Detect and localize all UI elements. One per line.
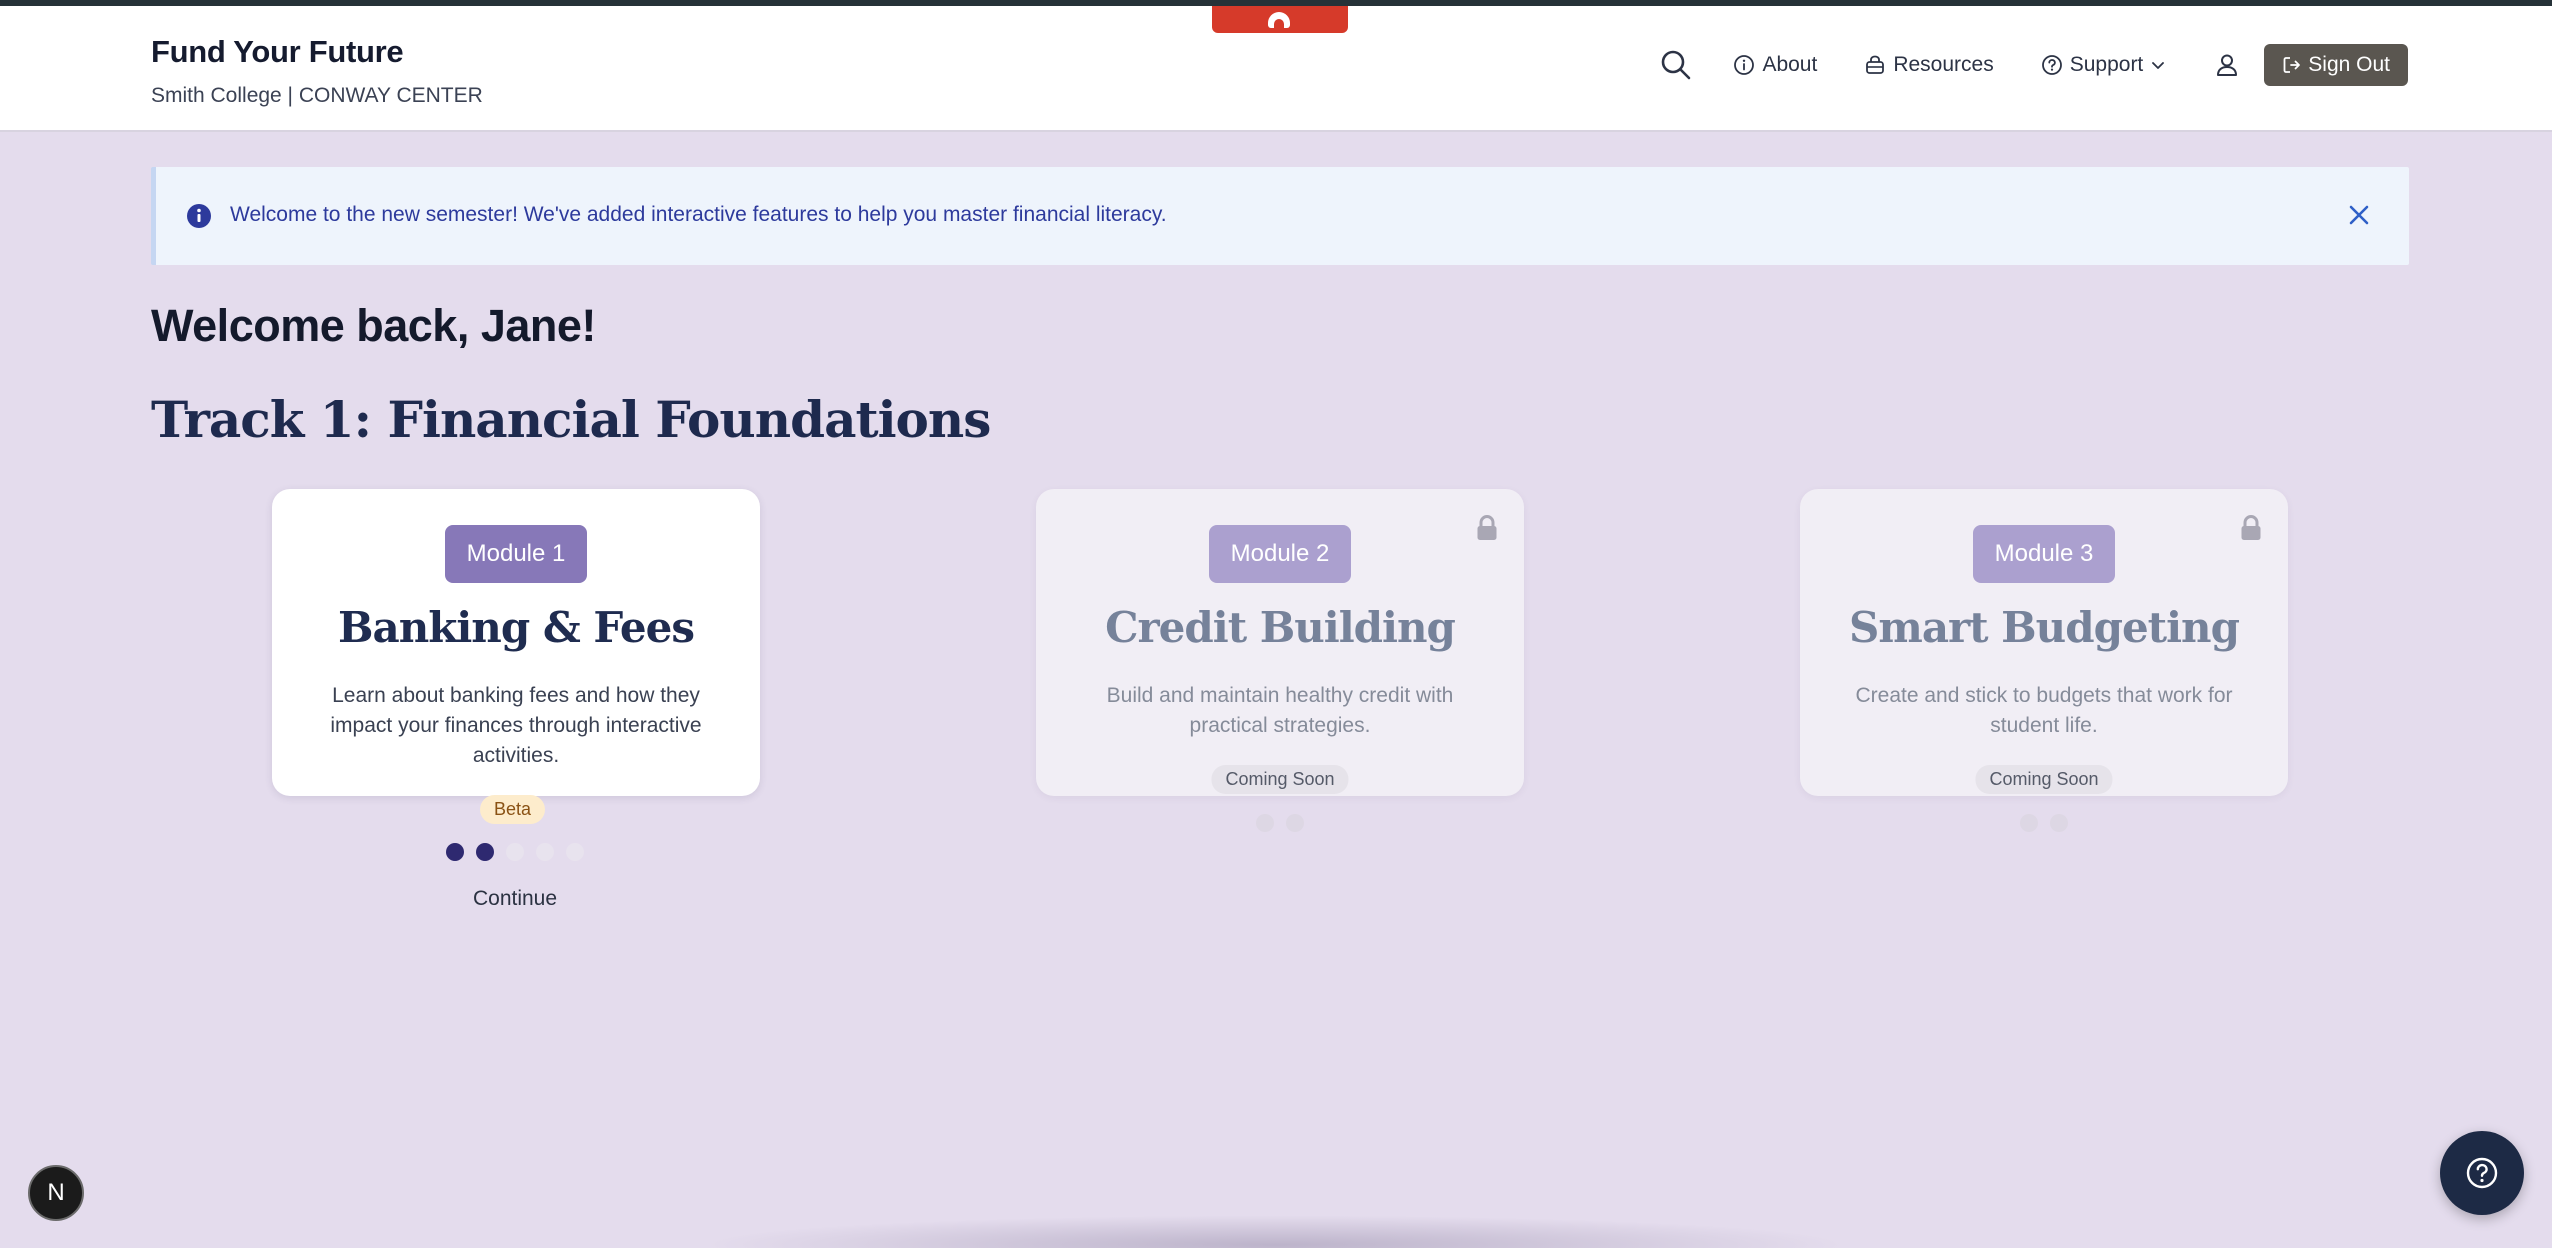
progress-dot	[446, 843, 464, 861]
sign-out-label: Sign Out	[2308, 53, 2390, 76]
bottom-shadow	[700, 1215, 1850, 1248]
question-icon	[2466, 1157, 2498, 1189]
continue-link[interactable]: Continue	[468, 887, 562, 911]
module-badge: Module 2	[1209, 525, 1351, 583]
module-description: Learn about banking fees and how they im…	[330, 684, 702, 767]
progress-dot	[2050, 814, 2068, 832]
logout-icon	[2283, 57, 2301, 73]
module-card-2: Module 2 Credit Building Build and maint…	[1036, 489, 1524, 796]
user-profile-button[interactable]	[2214, 52, 2240, 78]
nav-resources[interactable]: Resources	[1864, 53, 1994, 77]
site-header: Fund Your Future Smith College | CONWAY …	[0, 6, 2552, 132]
module-progress-dots	[1256, 814, 1316, 832]
lock-icon	[1477, 515, 1497, 540]
module-card-1[interactable]: Module 1 Banking & Fees Learn about bank…	[272, 489, 760, 796]
module-description: Create and stick to budgets that work fo…	[1855, 684, 2233, 737]
search-button[interactable]	[1659, 48, 1693, 82]
progress-dot	[2020, 814, 2038, 832]
progress-dot	[476, 843, 494, 861]
module-title: Banking & Fees	[338, 603, 695, 652]
progress-dot	[506, 843, 524, 861]
progress-dot	[536, 843, 554, 861]
module-badge: Module 3	[1973, 525, 2115, 583]
nav-support-label: Support	[2069, 53, 2144, 76]
info-icon	[187, 204, 211, 228]
lock-icon	[2241, 515, 2261, 540]
search-icon	[1662, 50, 1691, 80]
module-progress-dots	[2020, 814, 2080, 832]
help-button[interactable]	[2440, 1131, 2524, 1215]
progress-dot	[1256, 814, 1274, 832]
beta-badge: Beta	[480, 795, 546, 824]
nav-about-label: About	[1762, 53, 1818, 76]
module-description: Build and maintain healthy credit with p…	[1106, 684, 1454, 737]
nav-support[interactable]: Support	[2041, 53, 2168, 77]
close-icon	[2349, 205, 2369, 225]
nav-about[interactable]: About	[1733, 53, 1817, 77]
center-extension-tab[interactable]	[1212, 6, 1348, 33]
lock-bag-icon	[1866, 55, 1885, 74]
progress-dot	[566, 843, 584, 861]
coming-soon-badge: Coming Soon	[1975, 765, 2113, 794]
coming-soon-badge: Coming Soon	[1211, 765, 1349, 794]
brand[interactable]: Fund Your Future Smith College | CONWAY …	[151, 34, 483, 108]
chevron-down-icon	[2152, 62, 2165, 69]
arch-icon	[1268, 12, 1290, 28]
module-title: Smart Budgeting	[1849, 603, 2240, 652]
user-icon	[2217, 54, 2238, 76]
module-card-3: Module 3 Smart Budgeting Create and stic…	[1800, 489, 2288, 796]
welcome-heading: Welcome back, Jane!	[151, 300, 596, 351]
site-title: Fund Your Future	[151, 34, 404, 69]
announcement-banner: Welcome to the new semester! We've added…	[151, 167, 2409, 265]
module-badge: Module 1	[445, 525, 587, 583]
module-progress-dots	[446, 843, 596, 861]
progress-dot	[1286, 814, 1304, 832]
module-title: Credit Building	[1105, 603, 1456, 652]
help-circle-icon	[2041, 55, 2062, 75]
nav-resources-label: Resources	[1893, 53, 1994, 76]
main-nav: About Resources Support Sign Out	[1659, 44, 2408, 86]
dev-tools-badge[interactable]: N	[28, 1165, 84, 1221]
track-title: Track 1: Financial Foundations	[151, 390, 991, 449]
announcement-text: Welcome to the new semester! We've added…	[230, 203, 1167, 226]
sign-out-button[interactable]: Sign Out	[2264, 44, 2408, 86]
site-subtitle: Smith College | CONWAY CENTER	[151, 84, 483, 107]
info-icon	[1734, 55, 1755, 75]
dismiss-banner-button[interactable]	[2345, 201, 2373, 229]
